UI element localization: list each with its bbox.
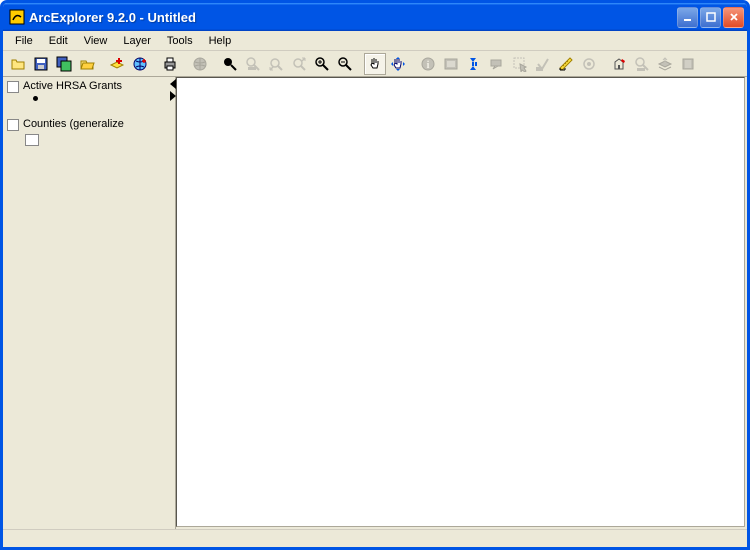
layer-checkbox[interactable] — [7, 81, 19, 93]
layer-vis-icon — [631, 53, 653, 75]
zoom-out-icon[interactable] — [334, 53, 356, 75]
find-icon[interactable] — [463, 53, 485, 75]
zoom-layer-icon — [242, 53, 264, 75]
pan-icon[interactable] — [364, 53, 386, 75]
select-icon — [509, 53, 531, 75]
menu-tools[interactable]: Tools — [159, 33, 201, 49]
menubar: File Edit View Layer Tools Help — [3, 31, 747, 51]
full-extent-icon — [189, 53, 211, 75]
close-button[interactable] — [723, 7, 744, 28]
layer-label: Active HRSA Grants — [23, 80, 122, 92]
tips-icon — [486, 53, 508, 75]
window-title: ArcExplorer 9.2.0 - Untitled — [29, 10, 677, 25]
collapse-left-icon — [170, 79, 176, 89]
move-layer-icon — [654, 53, 676, 75]
menu-view[interactable]: View — [76, 33, 116, 49]
titlebar[interactable]: ArcExplorer 9.2.0 - Untitled — [3, 3, 747, 31]
collapse-right-icon — [170, 91, 176, 101]
add-globe-icon[interactable] — [129, 53, 151, 75]
zoom-active-icon[interactable] — [219, 53, 241, 75]
map-canvas[interactable] — [176, 77, 745, 527]
window-controls — [677, 7, 744, 28]
buffer-icon — [578, 53, 600, 75]
add-layer-icon[interactable] — [106, 53, 128, 75]
svg-text:i: i — [427, 60, 430, 71]
statusbar — [3, 529, 747, 547]
menu-edit[interactable]: Edit — [41, 33, 76, 49]
layer-item[interactable]: Counties (generalize — [7, 117, 175, 132]
content-area: Active HRSA Grants Counties (generalize — [3, 77, 747, 529]
measure-icon[interactable] — [555, 53, 577, 75]
maximize-button[interactable] — [700, 7, 721, 28]
remove-layer-icon — [677, 53, 699, 75]
open-folder-icon[interactable] — [76, 53, 98, 75]
app-window: ArcExplorer 9.2.0 - Untitled File Edit V… — [0, 0, 750, 550]
zoom-in-icon[interactable] — [311, 53, 333, 75]
menu-layer[interactable]: Layer — [115, 33, 159, 49]
pan-dir-icon[interactable] — [387, 53, 409, 75]
zoom-prev-icon — [265, 53, 287, 75]
menu-file[interactable]: File — [7, 33, 41, 49]
toolbar: i — [3, 51, 747, 77]
minimize-button[interactable] — [677, 7, 698, 28]
menu-help[interactable]: Help — [201, 33, 240, 49]
layer-symbol-polygon-icon — [25, 134, 39, 146]
print-icon[interactable] — [159, 53, 181, 75]
save-icon[interactable] — [30, 53, 52, 75]
save-layers-icon[interactable] — [53, 53, 75, 75]
layer-checkbox[interactable] — [7, 119, 19, 131]
zoom-next-icon — [288, 53, 310, 75]
app-icon — [9, 9, 25, 25]
layers-panel: Active HRSA Grants Counties (generalize — [3, 77, 176, 529]
open-icon[interactable] — [7, 53, 29, 75]
identify-icon: i — [417, 53, 439, 75]
geocode-icon[interactable] — [608, 53, 630, 75]
query-icon — [440, 53, 462, 75]
clear-sel-icon — [532, 53, 554, 75]
layer-item[interactable]: Active HRSA Grants — [7, 79, 175, 94]
layer-label: Counties (generalize — [23, 118, 124, 130]
